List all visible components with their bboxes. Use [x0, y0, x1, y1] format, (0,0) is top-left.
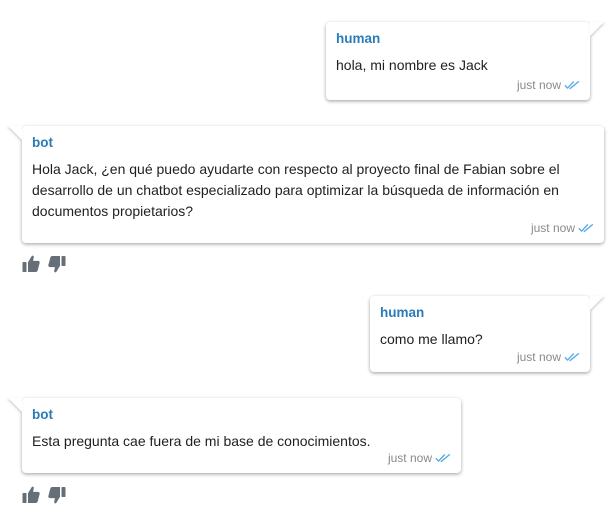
message-meta: just now — [517, 78, 580, 92]
chat-transcript: human hola, mi nombre es Jack just now b… — [0, 0, 614, 531]
message-meta: just now — [531, 221, 594, 235]
timestamp: just now — [387, 451, 432, 465]
bot-message-bubble: bot Esta pregunta cae fuera de mi base d… — [8, 398, 461, 473]
double-check-icon — [564, 352, 580, 362]
message-feedback — [21, 254, 67, 274]
message-text: como me llamo? — [380, 331, 483, 347]
timestamp: just now — [516, 350, 561, 364]
bot-message-bubble: bot Hola Jack, ¿en qué puedo ayudarte co… — [8, 126, 604, 243]
human-message-bubble: human hola, mi nombre es Jack just now — [326, 22, 604, 100]
timestamp: just now — [530, 221, 575, 235]
thumbs-up-icon[interactable] — [21, 485, 41, 505]
human-message-bubble: human como me llamo? just now — [370, 296, 604, 372]
double-check-icon — [564, 80, 580, 90]
thumbs-down-icon[interactable] — [47, 254, 67, 274]
thumbs-down-icon[interactable] — [47, 485, 67, 505]
sender-name: human — [336, 31, 381, 46]
bubble-tail — [8, 126, 22, 140]
bubble-tail — [590, 22, 604, 36]
sender-name: bot — [32, 407, 53, 422]
message-meta: just now — [388, 451, 451, 465]
message-feedback — [21, 485, 67, 505]
sender-name: bot — [32, 135, 53, 150]
sender-name: human — [380, 305, 425, 320]
message-meta: just now — [517, 350, 580, 364]
message-text: Hola Jack, ¿en qué puedo ayudarte con re… — [32, 161, 560, 219]
timestamp: just now — [516, 78, 561, 92]
bubble-tail — [8, 398, 22, 412]
message-text: Esta pregunta cae fuera de mi base de co… — [32, 433, 371, 449]
double-check-icon — [578, 223, 594, 233]
message-text: hola, mi nombre es Jack — [336, 57, 488, 73]
double-check-icon — [435, 453, 451, 463]
thumbs-up-icon[interactable] — [21, 254, 41, 274]
bubble-tail — [590, 296, 604, 310]
